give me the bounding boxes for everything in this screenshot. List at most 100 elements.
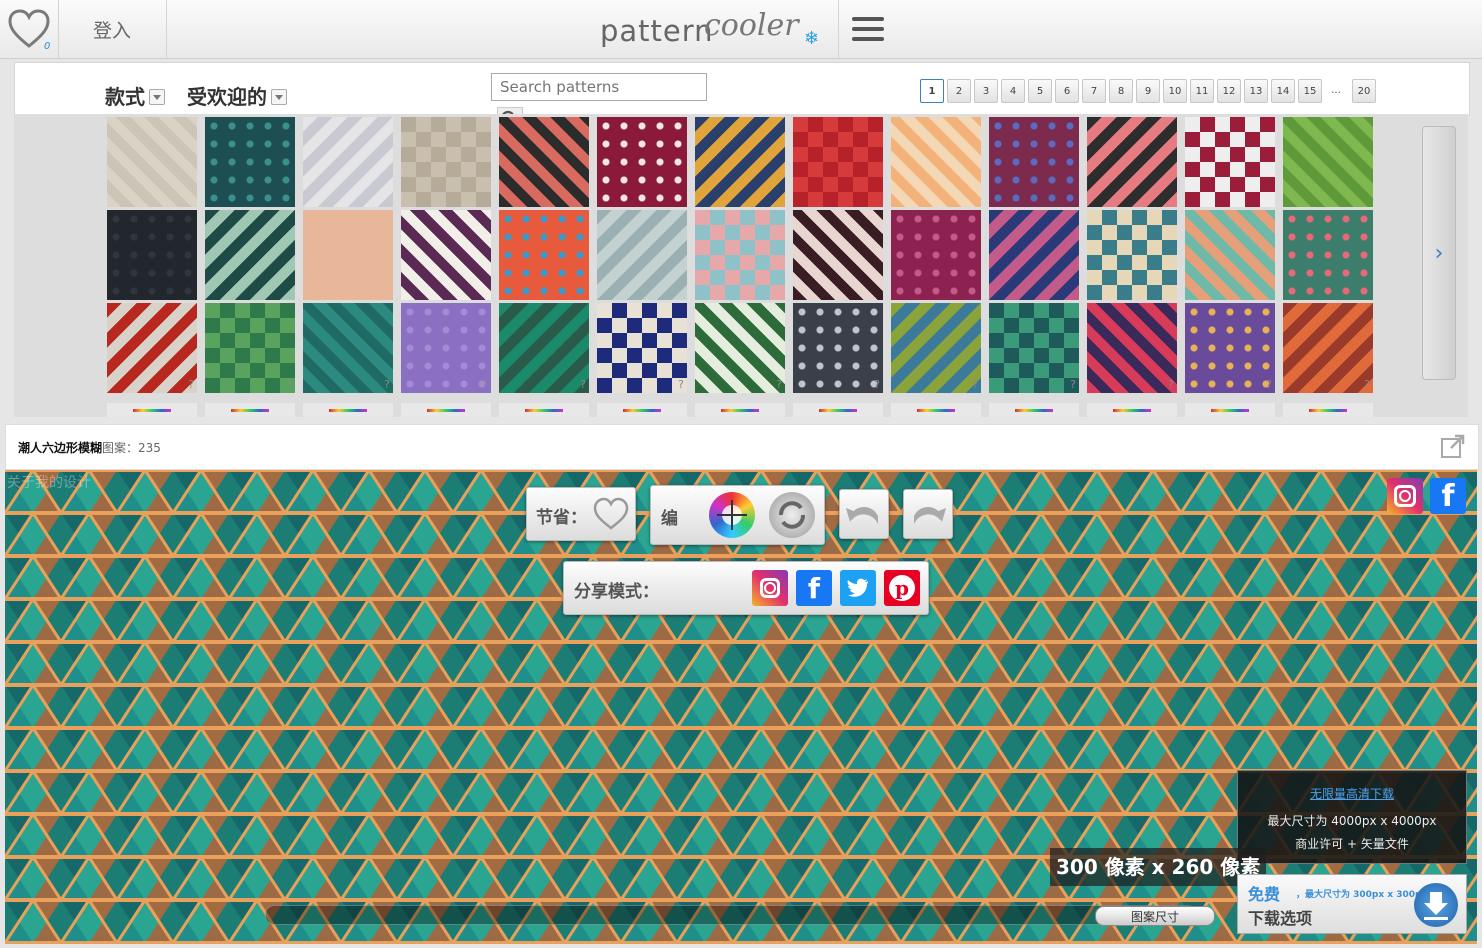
login-button[interactable]: 登入 bbox=[58, 0, 167, 58]
page-button[interactable]: 5 bbox=[1028, 79, 1052, 103]
logo[interactable]: pattern cooler ❄ bbox=[600, 6, 830, 54]
pattern-thumbnail[interactable]: ? bbox=[989, 303, 1079, 393]
size-slider-handle[interactable] bbox=[326, 909, 336, 919]
pattern-thumbnail[interactable] bbox=[989, 117, 1079, 207]
facebook-share-icon[interactable]: f bbox=[796, 570, 832, 606]
color-swatch-bar[interactable] bbox=[1087, 403, 1177, 417]
download-button[interactable] bbox=[1414, 883, 1458, 927]
undo-button[interactable] bbox=[839, 489, 889, 539]
page-button[interactable]: 11 bbox=[1190, 79, 1214, 103]
gallery-next-button[interactable]: › bbox=[1422, 126, 1456, 380]
search-input[interactable] bbox=[491, 73, 707, 101]
help-icon[interactable]: ? bbox=[580, 378, 586, 391]
pattern-thumbnail[interactable] bbox=[401, 210, 491, 300]
page-button[interactable]: 12 bbox=[1217, 79, 1241, 103]
page-button[interactable]: 9 bbox=[1136, 79, 1160, 103]
redo-button[interactable] bbox=[903, 489, 953, 539]
color-wheel-icon[interactable] bbox=[709, 492, 755, 538]
pattern-thumbnail[interactable] bbox=[205, 117, 295, 207]
page-button[interactable]: 14 bbox=[1271, 79, 1295, 103]
page-button[interactable]: 6 bbox=[1055, 79, 1079, 103]
pattern-thumbnail[interactable]: ? bbox=[107, 303, 197, 393]
pattern-thumbnail[interactable]: ? bbox=[1087, 303, 1177, 393]
color-swatch-bar[interactable] bbox=[401, 403, 491, 417]
pattern-thumbnail[interactable] bbox=[1283, 117, 1373, 207]
color-swatch-bar[interactable] bbox=[1283, 403, 1373, 417]
instagram-share-icon[interactable] bbox=[752, 570, 788, 606]
color-swatch-bar[interactable] bbox=[891, 403, 981, 417]
sort-filter[interactable]: 受欢迎的 bbox=[187, 81, 287, 110]
color-swatch-bar[interactable] bbox=[597, 403, 687, 417]
page-button[interactable]: 3 bbox=[974, 79, 998, 103]
help-icon[interactable]: ? bbox=[1168, 378, 1174, 391]
pattern-thumbnail[interactable]: ? bbox=[303, 303, 393, 393]
pattern-thumbnail[interactable] bbox=[793, 210, 883, 300]
pattern-thumbnail[interactable]: ? bbox=[695, 303, 785, 393]
color-swatch-bar[interactable] bbox=[205, 403, 295, 417]
premium-download-box[interactable]: 无限量高清下载 最大尺寸为 4000px x 4000px 商业许可 + 矢量文… bbox=[1237, 770, 1467, 864]
page-button[interactable]: 13 bbox=[1244, 79, 1268, 103]
pattern-thumbnail[interactable] bbox=[597, 210, 687, 300]
page-button[interactable]: 7 bbox=[1082, 79, 1106, 103]
favorites-button[interactable]: 0 bbox=[0, 0, 59, 58]
help-icon[interactable]: ? bbox=[384, 378, 390, 391]
expand-button[interactable] bbox=[1440, 433, 1466, 459]
help-icon[interactable]: ? bbox=[1070, 378, 1076, 391]
heart-icon[interactable] bbox=[591, 494, 631, 534]
page-button[interactable]: 15 bbox=[1298, 79, 1322, 103]
pinterest-share-icon[interactable]: p bbox=[884, 570, 920, 606]
color-swatch-bar[interactable] bbox=[499, 403, 589, 417]
pattern-thumbnail[interactable] bbox=[303, 210, 393, 300]
color-swatch-bar[interactable] bbox=[107, 403, 197, 417]
instagram-icon[interactable] bbox=[1387, 478, 1423, 514]
page-button[interactable]: 1 bbox=[920, 79, 944, 103]
size-slider[interactable] bbox=[265, 905, 1197, 925]
help-icon[interactable]: ? bbox=[776, 378, 782, 391]
menu-button[interactable] bbox=[838, 0, 897, 58]
pattern-thumbnail[interactable] bbox=[1087, 210, 1177, 300]
pattern-thumbnail[interactable]: ? bbox=[499, 303, 589, 393]
page-button[interactable]: 2 bbox=[947, 79, 971, 103]
help-icon[interactable]: ? bbox=[678, 378, 684, 391]
style-filter[interactable]: 款式 bbox=[105, 81, 165, 110]
help-icon[interactable]: ? bbox=[972, 378, 978, 391]
color-swatch-bar[interactable] bbox=[989, 403, 1079, 417]
page-button[interactable]: 4 bbox=[1001, 79, 1025, 103]
page-button[interactable]: 20 bbox=[1352, 79, 1376, 103]
pattern-thumbnail[interactable] bbox=[107, 117, 197, 207]
pattern-thumbnail[interactable] bbox=[205, 210, 295, 300]
pattern-thumbnail[interactable]: ? bbox=[205, 303, 295, 393]
pattern-size-button[interactable]: 图案尺寸 bbox=[1095, 906, 1215, 926]
pattern-thumbnail[interactable] bbox=[1185, 117, 1275, 207]
pattern-thumbnail[interactable]: ? bbox=[401, 303, 491, 393]
pattern-thumbnail[interactable] bbox=[695, 210, 785, 300]
pattern-thumbnail[interactable]: ? bbox=[1185, 303, 1275, 393]
pattern-thumbnail[interactable]: ? bbox=[597, 303, 687, 393]
pattern-thumbnail[interactable] bbox=[1283, 210, 1373, 300]
color-swatch-bar[interactable] bbox=[695, 403, 785, 417]
help-icon[interactable]: ? bbox=[286, 378, 292, 391]
page-button[interactable]: 10 bbox=[1163, 79, 1187, 103]
pattern-thumbnail[interactable]: ? bbox=[891, 303, 981, 393]
pattern-thumbnail[interactable]: ? bbox=[793, 303, 883, 393]
help-icon[interactable]: ? bbox=[482, 378, 488, 391]
pattern-thumbnail[interactable] bbox=[597, 117, 687, 207]
help-icon[interactable]: ? bbox=[1266, 378, 1272, 391]
pattern-thumbnail[interactable] bbox=[891, 210, 981, 300]
pattern-thumbnail[interactable] bbox=[499, 210, 589, 300]
pattern-thumbnail[interactable] bbox=[1185, 210, 1275, 300]
pattern-thumbnail[interactable] bbox=[989, 210, 1079, 300]
pattern-thumbnail[interactable]: ? bbox=[1283, 303, 1373, 393]
help-icon[interactable]: ? bbox=[1364, 378, 1370, 391]
pattern-thumbnail[interactable] bbox=[1087, 117, 1177, 207]
pattern-thumbnail[interactable] bbox=[499, 117, 589, 207]
color-swatch-bar[interactable] bbox=[793, 403, 883, 417]
pattern-thumbnail[interactable] bbox=[303, 117, 393, 207]
help-icon[interactable]: ? bbox=[188, 378, 194, 391]
twitter-share-icon[interactable] bbox=[840, 570, 876, 606]
color-swatch-bar[interactable] bbox=[303, 403, 393, 417]
pattern-thumbnail[interactable] bbox=[695, 117, 785, 207]
page-button[interactable]: 8 bbox=[1109, 79, 1133, 103]
facebook-icon[interactable]: f bbox=[1430, 478, 1466, 514]
pattern-thumbnail[interactable] bbox=[401, 117, 491, 207]
